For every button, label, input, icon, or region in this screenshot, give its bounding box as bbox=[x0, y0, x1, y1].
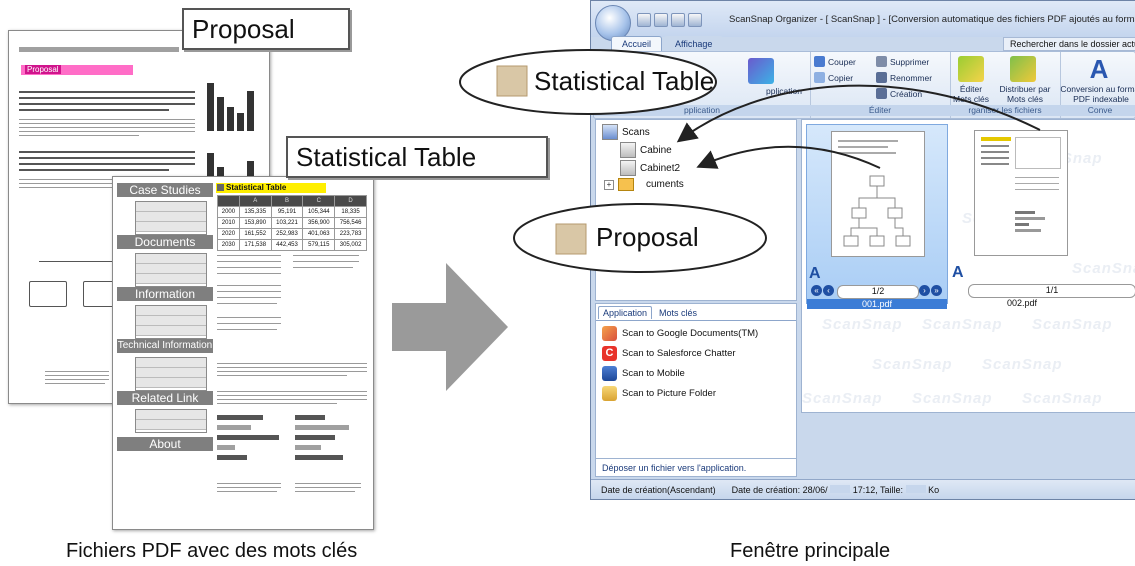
bubble-text-proposal: Proposal bbox=[596, 222, 699, 252]
keyword-arrow bbox=[696, 145, 881, 169]
keyword-arrow bbox=[676, 84, 1041, 143]
right-caption: Fenêtre principale bbox=[730, 540, 891, 562]
keyword-icon bbox=[555, 223, 587, 255]
keyword-icon bbox=[496, 65, 528, 97]
bubble-text-statistical-table: Statistical Table bbox=[534, 66, 715, 96]
